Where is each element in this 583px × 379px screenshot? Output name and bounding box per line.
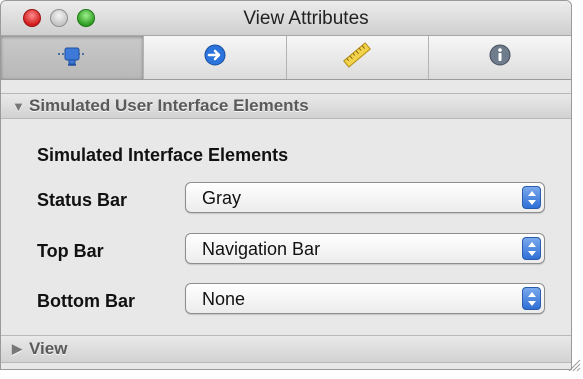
resize-grip-icon[interactable] xyxy=(567,358,581,377)
popup-arrows-icon xyxy=(522,237,541,260)
tab-connections[interactable] xyxy=(144,36,287,79)
section-header-view[interactable]: ▶ View xyxy=(1,335,571,363)
window-title: View Attributes xyxy=(243,8,369,29)
status-bar-label: Status Bar xyxy=(37,190,128,210)
bottom-bar-popup[interactable]: None xyxy=(185,283,545,314)
simulated-section-content: Simulated Interface Elements Status Bar … xyxy=(1,119,571,335)
tab-identity[interactable] xyxy=(429,36,571,79)
top-bar-popup[interactable]: Navigation Bar xyxy=(185,233,545,264)
title-bar[interactable]: View Attributes xyxy=(1,1,571,36)
section-title: View xyxy=(29,339,68,358)
popup-arrows-icon xyxy=(522,186,541,209)
inspector-toolbar xyxy=(1,36,571,80)
section-title: Simulated User Interface Elements xyxy=(29,96,309,115)
tab-attributes[interactable] xyxy=(1,36,144,79)
disclosure-collapsed-icon[interactable]: ▶ xyxy=(12,341,24,357)
status-bar-popup[interactable]: Gray xyxy=(185,182,545,213)
popup-value: Gray xyxy=(202,188,242,208)
top-bar-label: Top Bar xyxy=(37,241,104,261)
popup-value: Navigation Bar xyxy=(202,239,321,259)
ruler-icon xyxy=(342,42,372,73)
connections-arrow-icon xyxy=(203,43,227,72)
bottom-bar-label: Bottom Bar xyxy=(37,291,135,311)
info-icon xyxy=(488,43,512,72)
disclosure-expanded-icon[interactable]: ▼ xyxy=(12,99,25,114)
popup-arrows-icon xyxy=(522,287,541,310)
tab-size[interactable] xyxy=(287,36,430,79)
inspector-window: View Attributes ▼ Simulated User Interfa… xyxy=(0,0,572,370)
subheading: Simulated Interface Elements xyxy=(37,145,289,165)
simulated-elements-icon xyxy=(56,44,88,71)
section-header-simulated[interactable]: ▼ Simulated User Interface Elements xyxy=(1,93,571,119)
popup-value: None xyxy=(202,289,246,309)
